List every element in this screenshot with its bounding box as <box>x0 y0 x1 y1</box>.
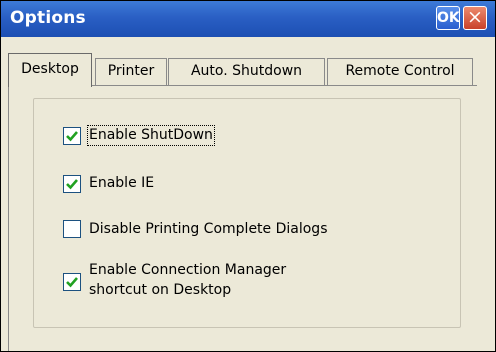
disable-printing-dialogs-checkbox[interactable] <box>63 220 81 238</box>
connection-manager-label-line2[interactable]: shortcut on Desktop <box>89 282 231 299</box>
enable-shutdown-label[interactable]: Enable ShutDown <box>87 125 215 146</box>
tab-remote-control[interactable]: Remote Control <box>327 58 473 85</box>
connection-manager-shortcut-checkbox[interactable] <box>63 273 81 291</box>
window-title: Options <box>10 8 86 28</box>
enable-ie-checkbox[interactable] <box>63 175 81 193</box>
connection-manager-label-line1[interactable]: Enable Connection Manager <box>89 262 286 279</box>
enable-ie-label[interactable]: Enable IE <box>89 175 154 192</box>
checkmark-icon <box>66 277 78 288</box>
title-bar[interactable]: Options OK × <box>1 1 495 37</box>
tab-desktop[interactable]: Desktop <box>8 53 92 87</box>
disable-printing-dialogs-label[interactable]: Disable Printing Complete Dialogs <box>89 221 328 238</box>
tab-printer[interactable]: Printer <box>95 58 167 85</box>
checkmark-icon <box>66 179 78 190</box>
enable-shutdown-checkbox[interactable] <box>63 127 81 145</box>
ok-button[interactable]: OK <box>436 6 460 30</box>
options-dialog: Options OK × Desktop Printer Auto. Shutd… <box>0 0 496 352</box>
checkmark-icon <box>66 131 78 142</box>
close-button[interactable]: × <box>463 6 487 30</box>
tab-auto-shutdown[interactable]: Auto. Shutdown <box>168 58 325 85</box>
